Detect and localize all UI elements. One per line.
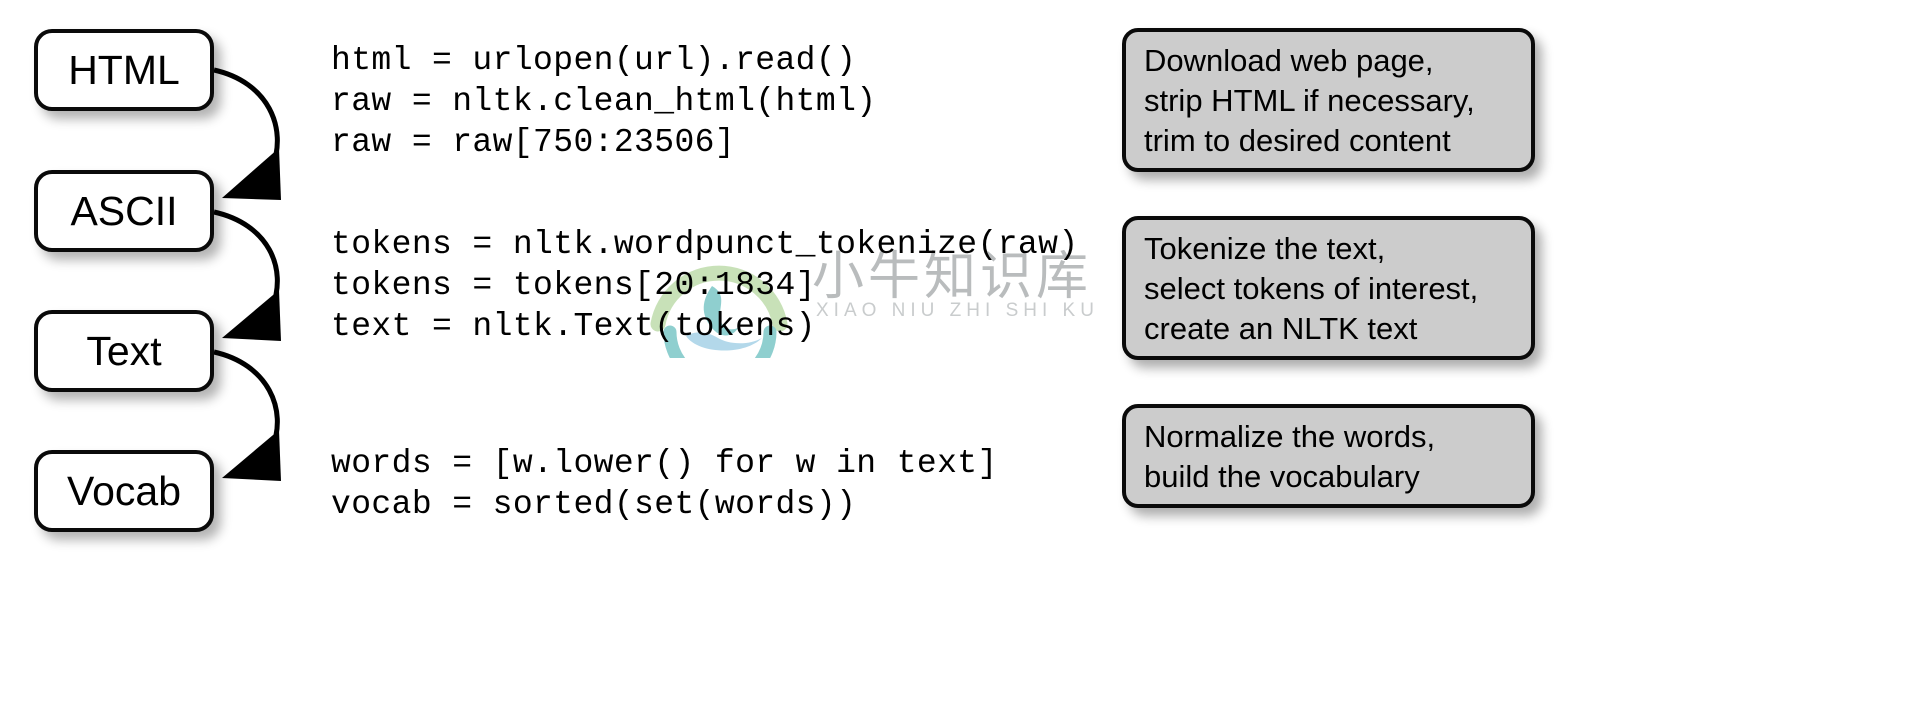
flow-box-ascii[interactable]: ASCII <box>34 170 214 252</box>
note-line: trim to desired content <box>1144 123 1451 158</box>
code-line: raw = nltk.clean_html(html) <box>331 83 877 120</box>
arrow-path-text-to-vocab <box>213 349 280 449</box>
flow-box-text[interactable]: Text <box>34 310 214 392</box>
flow-box-html[interactable]: HTML <box>34 29 214 111</box>
flow-box-ascii-label: ASCII <box>70 187 178 234</box>
code-block-tokenize: tokens = nltk.wordpunct_tokenize(raw) to… <box>331 224 1079 347</box>
note-line: select tokens of interest, <box>1144 271 1479 306</box>
code-line: html = urlopen(url).read() <box>331 42 857 79</box>
arrow-path-html-to-ascii <box>213 67 280 169</box>
note-line: create an NLTK text <box>1144 311 1418 346</box>
arrowhead-ascii-icon <box>222 148 281 200</box>
code-line: tokens = tokens[20:1834] <box>331 267 816 304</box>
note-line: strip HTML if necessary, <box>1144 83 1475 118</box>
code-line: raw = raw[750:23506] <box>331 124 736 161</box>
code-line: words = [w.lower() for w in text] <box>331 445 998 482</box>
note-line: Tokenize the text, <box>1144 231 1386 266</box>
flow-box-html-label: HTML <box>68 46 180 93</box>
arrow-path-ascii-to-text <box>213 209 280 309</box>
note-box-download[interactable]: Download web page, strip HTML if necessa… <box>1122 28 1535 172</box>
code-line: vocab = sorted(set(words)) <box>331 486 857 523</box>
flow-box-vocab[interactable]: Vocab <box>34 450 214 532</box>
note-line: Normalize the words, <box>1144 419 1436 454</box>
arrowhead-text-icon <box>222 290 281 341</box>
note-box-normalize[interactable]: Normalize the words, build the vocabular… <box>1122 404 1535 508</box>
flow-box-vocab-label: Vocab <box>67 467 181 514</box>
arrow-layer <box>213 67 281 481</box>
flow-box-text-label: Text <box>86 327 162 374</box>
note-box-tokenize[interactable]: Tokenize the text, select tokens of inte… <box>1122 216 1535 360</box>
code-block-download: html = urlopen(url).read() raw = nltk.cl… <box>331 40 877 163</box>
arrowhead-vocab-icon <box>222 430 281 481</box>
note-line: Download web page, <box>1144 43 1434 78</box>
diagram-canvas: 小牛知识库 XIAO NIU ZHI SHI KU HTML ASCII Tex… <box>0 0 1905 709</box>
note-line: build the vocabulary <box>1144 459 1420 494</box>
code-line: tokens = nltk.wordpunct_tokenize(raw) <box>331 226 1079 263</box>
code-block-normalize: words = [w.lower() for w in text] vocab … <box>331 443 998 525</box>
code-line: text = nltk.Text(tokens) <box>331 308 816 345</box>
